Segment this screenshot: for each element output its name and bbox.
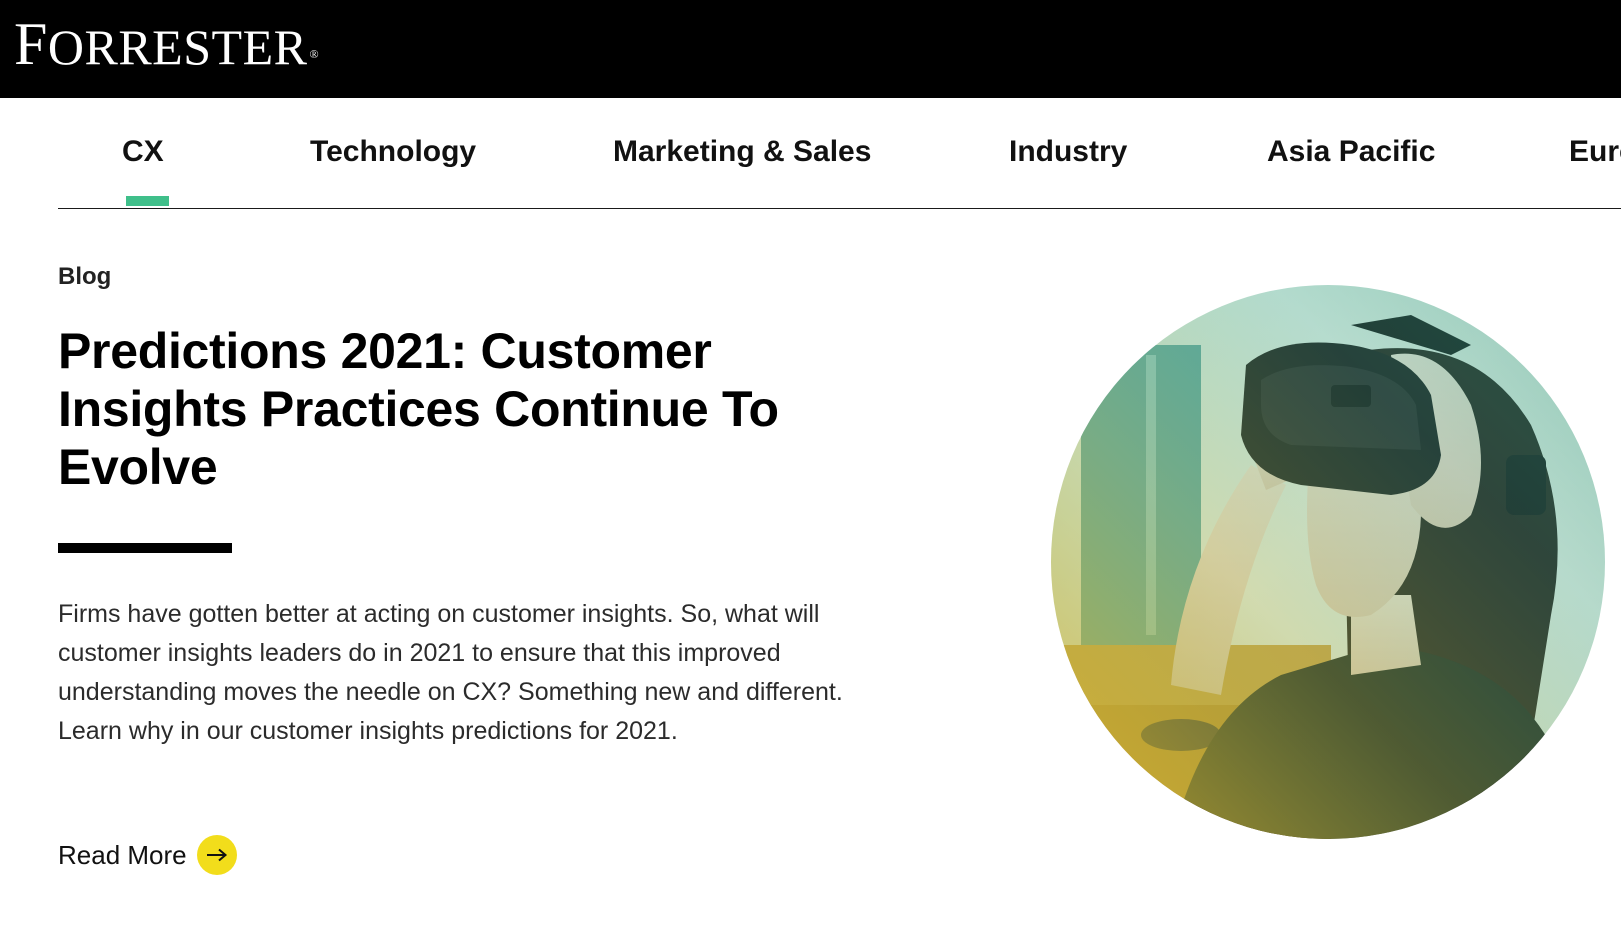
nav-item-technology[interactable]: Technology — [310, 134, 476, 170]
arrow-right-icon — [196, 835, 237, 875]
logo-initial: F — [14, 11, 48, 77]
nav-item-industry[interactable]: Industry — [1009, 134, 1127, 170]
nav-item-europe[interactable]: Europe — [1569, 134, 1621, 170]
nav-item-marketing-sales[interactable]: Marketing & Sales — [613, 134, 871, 170]
read-more-link[interactable]: Read More — [58, 834, 237, 876]
title-divider — [58, 543, 232, 553]
read-more-label: Read More — [58, 839, 187, 870]
article-summary: Firms have gotten better at acting on cu… — [58, 600, 843, 745]
category-nav: CX Technology Marketing & Sales Industry… — [58, 98, 1621, 209]
active-tab-indicator — [126, 196, 169, 206]
registered-mark: ® — [309, 47, 320, 61]
forrester-logo[interactable]: FORRESTER ® — [14, 14, 319, 77]
top-header: FORRESTER ® — [0, 0, 1621, 98]
hero-image — [1051, 285, 1605, 839]
nav-item-asia-pacific[interactable]: Asia Pacific — [1267, 134, 1435, 170]
content-type-label: Blog — [58, 263, 112, 290]
nav-item-cx[interactable]: CX — [122, 134, 164, 170]
article-title[interactable]: Predictions 2021: Customer Insights Prac… — [58, 322, 858, 496]
logo-text: ORRESTER — [47, 19, 308, 75]
